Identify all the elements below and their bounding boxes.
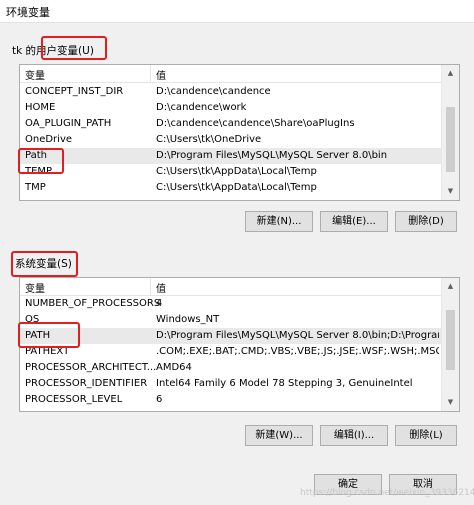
user-var-row[interactable]: OA_PLUGIN_PATH D:\candence\candence\Share…	[20, 116, 442, 132]
system-vars-scrollbar[interactable]: ▲ ▼	[441, 278, 459, 411]
user-var-row[interactable]: CONCEPT_INST_DIR D:\candence\candence	[20, 84, 442, 100]
user-edit-button[interactable]: 编辑(E)...	[320, 211, 388, 232]
user-vars-header: 变量 值	[20, 65, 442, 83]
system-edit-button[interactable]: 编辑(I)...	[320, 425, 388, 446]
scroll-up-icon[interactable]: ▲	[442, 278, 459, 295]
system-var-row[interactable]: PROCESSOR_LEVEL 6	[20, 392, 442, 408]
system-var-row[interactable]: PROCESSOR_IDENTIFIER Intel64 Family 6 Mod…	[20, 376, 442, 392]
system-var-row[interactable]: PROCESSOR_ARCHITECT... AMD64	[20, 360, 442, 376]
system-new-button[interactable]: 新建(W)...	[245, 425, 313, 446]
user-col-variable[interactable]: 变量	[25, 67, 45, 82]
scroll-up-icon[interactable]: ▲	[442, 65, 459, 82]
system-vars-header: 变量 值	[20, 278, 442, 296]
system-var-row[interactable]: OS Windows_NT	[20, 312, 442, 328]
system-var-row[interactable]: PATHEXT .COM;.EXE;.BAT;.CMD;.VBS;.VBE;.JS…	[20, 344, 442, 360]
system-col-value[interactable]: 值	[156, 280, 166, 295]
system-col-separator[interactable]	[150, 278, 151, 295]
user-vars-list[interactable]: 变量 值 CONCEPT_INST_DIR D:\candence\candenc…	[19, 64, 460, 201]
watermark: https://blog.csdn.net/weixin_39336214	[300, 488, 474, 498]
user-var-row[interactable]: TMP C:\Users\tk\AppData\Local\Temp	[20, 180, 442, 196]
system-vars-list[interactable]: 变量 值 NUMBER_OF_PROCESSORS 4 OS Windows_NT …	[19, 277, 460, 412]
system-var-row-selected[interactable]: PATH D:\Program Files\MySQL\MySQL Server …	[20, 328, 442, 344]
user-vars-scrollbar[interactable]: ▲ ▼	[441, 65, 459, 200]
user-col-value[interactable]: 值	[156, 67, 166, 82]
system-var-row[interactable]: NUMBER_OF_PROCESSORS 4	[20, 296, 442, 312]
user-vars-group-title: tk 的用户变量(U)	[12, 45, 94, 57]
user-delete-button[interactable]: 删除(D)	[395, 211, 457, 232]
scroll-down-icon[interactable]: ▼	[442, 394, 459, 411]
system-vars-group-title: 系统变量(S)	[15, 258, 72, 270]
user-new-button[interactable]: 新建(N)...	[245, 211, 313, 232]
system-col-variable[interactable]: 变量	[25, 280, 45, 295]
user-var-row[interactable]: OneDrive C:\Users\tk\OneDrive	[20, 132, 442, 148]
title-bar: 环境变量	[0, 0, 474, 23]
user-var-row[interactable]: TEMP C:\Users\tk\AppData\Local\Temp	[20, 164, 442, 180]
scroll-down-icon[interactable]: ▼	[442, 183, 459, 200]
scroll-thumb[interactable]	[446, 310, 455, 370]
system-delete-button[interactable]: 删除(L)	[395, 425, 457, 446]
user-var-row[interactable]: HOME D:\candence\work	[20, 100, 442, 116]
user-var-row-selected[interactable]: Path D:\Program Files\MySQL\MySQL Server …	[20, 148, 442, 164]
window-title: 环境变量	[6, 6, 50, 19]
user-col-separator[interactable]	[150, 65, 151, 82]
scroll-thumb[interactable]	[446, 107, 455, 172]
